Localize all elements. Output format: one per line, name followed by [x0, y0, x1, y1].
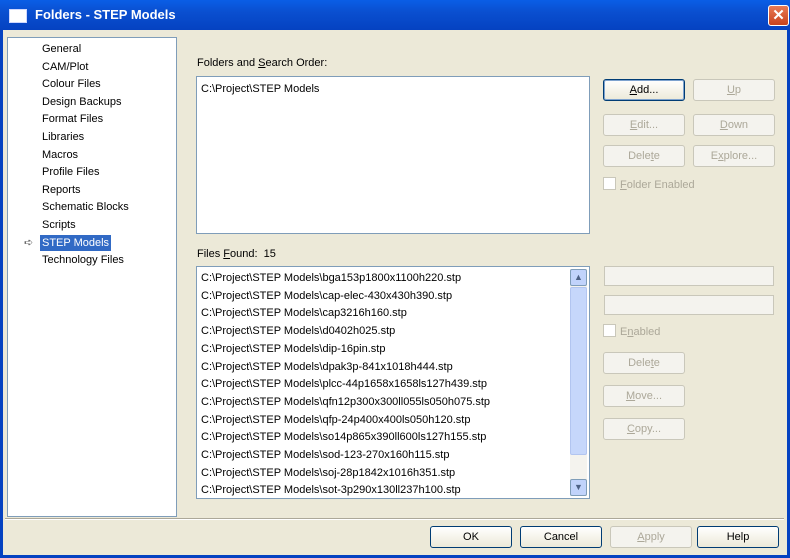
file-name-field [604, 266, 774, 286]
tree-item[interactable]: Design Backups [40, 94, 124, 110]
file-row[interactable]: C:\Project\STEP Models\bga153p1800x1100h… [201, 270, 461, 286]
tree-item[interactable]: Technology Files [40, 252, 126, 268]
file-row[interactable]: C:\Project\STEP Models\qfp-24p400x400ls0… [201, 412, 470, 428]
files-list[interactable]: ▲ ▼ C:\Project\STEP Models\bga153p1800x1… [196, 266, 590, 499]
tree-item[interactable]: Scripts [40, 217, 78, 233]
copy-button[interactable]: Copy... [603, 418, 685, 440]
tree-item[interactable]: General [40, 41, 83, 57]
selected-indicator-icon: ➪ [24, 236, 34, 249]
tree-item[interactable]: Format Files [40, 111, 105, 127]
tree-item[interactable]: Profile Files [40, 164, 101, 180]
delete-button[interactable]: Delete [603, 145, 685, 167]
title-bar: Folders - STEP Models ✕ [0, 0, 790, 30]
folders-list[interactable]: C:\Project\STEP Models [196, 76, 590, 234]
file-path-field [604, 295, 774, 315]
file-row[interactable]: C:\Project\STEP Models\plcc-44p1658x1658… [201, 376, 487, 392]
file-row[interactable]: C:\Project\STEP Models\sot-3p290x130ll23… [201, 482, 461, 498]
files-found-label: Files Found: 15 [197, 248, 276, 260]
file-row[interactable]: C:\Project\STEP Models\so14p865x390ll600… [201, 429, 486, 445]
down-button[interactable]: Down [693, 114, 775, 136]
window-title: Folders - STEP Models [35, 7, 176, 22]
scroll-up-icon[interactable]: ▲ [570, 269, 587, 286]
tree-item[interactable]: STEP Models [40, 234, 112, 251]
file-row[interactable]: C:\Project\STEP Models\d0402h025.stp [201, 323, 395, 339]
folder-enabled-checkbox[interactable]: Folder Enabled [603, 177, 695, 191]
file-row[interactable]: C:\Project\STEP Models\dpak3p-841x1018h4… [201, 359, 453, 375]
tree-item[interactable]: Libraries [40, 129, 86, 145]
close-button[interactable]: ✕ [768, 5, 789, 26]
ok-button[interactable]: OK [430, 526, 512, 548]
file-row[interactable]: C:\Project\STEP Models\sod-123-270x160h1… [201, 447, 449, 463]
add-button[interactable]: Add... [603, 79, 685, 101]
tree-item[interactable]: Reports [40, 182, 83, 198]
file-delete-button[interactable]: Delete [603, 352, 685, 374]
cancel-button[interactable]: Cancel [520, 526, 602, 548]
tree-item[interactable]: Colour Files [40, 76, 103, 92]
up-button[interactable]: Up [693, 79, 775, 101]
window-icon [9, 9, 27, 23]
file-row[interactable]: C:\Project\STEP Models\soj-28p1842x1016h… [201, 465, 455, 481]
edit-button[interactable]: Edit... [603, 114, 685, 136]
file-row[interactable]: C:\Project\STEP Models\qfn12p300x300ll05… [201, 394, 490, 410]
scroll-thumb[interactable] [570, 287, 587, 455]
apply-button[interactable]: Apply [610, 526, 692, 548]
tree-item[interactable]: Schematic Blocks [40, 199, 131, 215]
enabled-checkbox[interactable]: Enabled [603, 324, 660, 338]
scroll-down-icon[interactable]: ▼ [570, 479, 587, 496]
explore-button[interactable]: Explore... [693, 145, 775, 167]
folder-entry[interactable]: C:\Project\STEP Models [201, 81, 319, 97]
files-count: 15 [263, 248, 276, 260]
tree-item[interactable]: CAM/Plot [40, 59, 90, 75]
tree-item[interactable]: Macros [40, 147, 80, 163]
bottom-separator [5, 518, 784, 520]
file-row[interactable]: C:\Project\STEP Models\dip-16pin.stp [201, 341, 385, 357]
help-button[interactable]: Help [697, 526, 779, 548]
folders-label: Folders and Search Order: [197, 57, 328, 69]
move-button[interactable]: Move... [603, 385, 685, 407]
files-scrollbar[interactable]: ▲ ▼ [570, 269, 587, 496]
file-row[interactable]: C:\Project\STEP Models\cap3216h160.stp [201, 305, 407, 321]
file-row[interactable]: C:\Project\STEP Models\cap-elec-430x430h… [201, 288, 452, 304]
